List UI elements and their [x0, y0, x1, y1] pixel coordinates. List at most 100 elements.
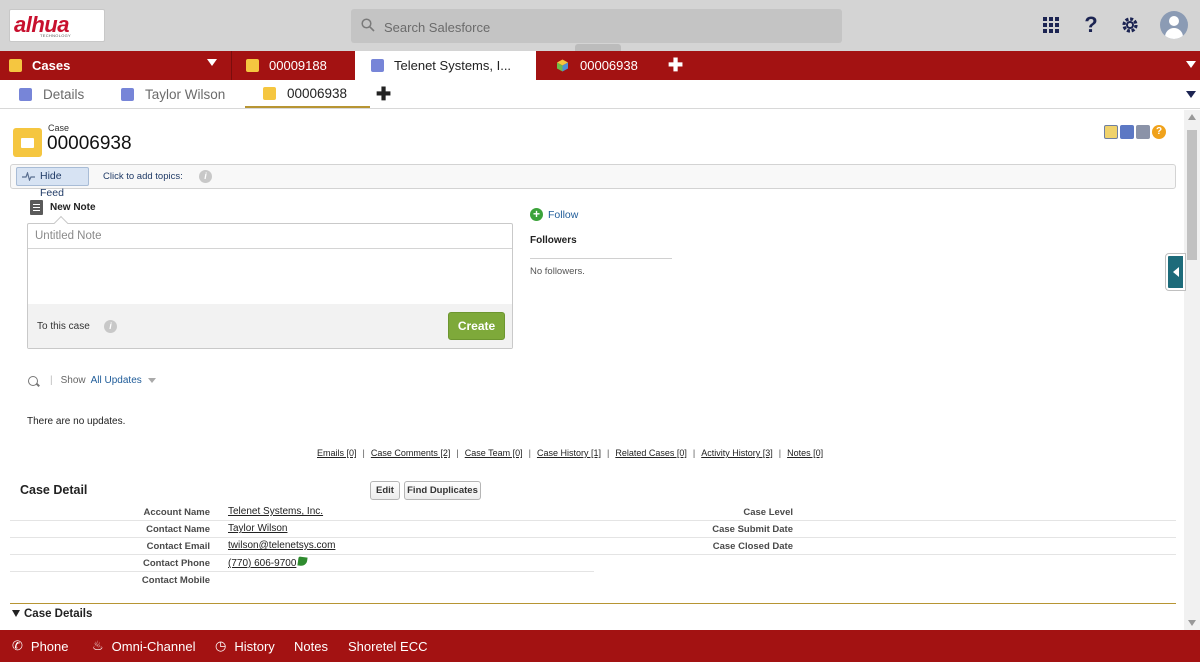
- field-label: Contact Email: [146, 541, 210, 552]
- utility-history[interactable]: ◷ History: [215, 630, 275, 662]
- case-icon: [246, 59, 259, 72]
- case-details-section-toggle[interactable]: Case Details: [12, 608, 92, 620]
- subtab-taylor-wilson[interactable]: Taylor Wilson: [121, 80, 225, 108]
- field-row: Contact Email twilson@telenetsys.com Cas…: [10, 538, 1176, 555]
- workspace-tab-case-00006938[interactable]: 00006938: [536, 51, 658, 80]
- note-title-input[interactable]: Untitled Note: [28, 224, 512, 249]
- related-link-case-comments[interactable]: Case Comments [2]: [371, 448, 451, 458]
- section-label: Case Details: [24, 608, 93, 620]
- workspace-tab-case-00009188[interactable]: 00009188: [233, 51, 355, 80]
- scroll-down-arrow-icon[interactable]: [1188, 620, 1196, 626]
- feed-toolbar: Hide Feed Click to add topics: i: [10, 164, 1176, 199]
- workspace-tab-bar: Cases 00009188 Telenet Systems, I... 000…: [0, 51, 1200, 80]
- utility-pull-tab[interactable]: [575, 44, 621, 51]
- field-label: Contact Mobile: [141, 575, 210, 586]
- caret-down-icon: [12, 610, 20, 618]
- help-icon[interactable]: ?: [1078, 12, 1104, 38]
- field-label: Case Closed Date: [712, 541, 793, 552]
- utility-label: Phone: [30, 638, 69, 654]
- help-icon[interactable]: ?: [1152, 125, 1166, 139]
- find-duplicates-button[interactable]: Find Duplicates: [404, 481, 481, 500]
- nav-menu-label: Cases: [32, 58, 71, 73]
- related-link-related-cases[interactable]: Related Cases [0]: [615, 448, 687, 458]
- edit-layout-icon[interactable]: [1104, 125, 1118, 139]
- subtab-label: Details: [43, 86, 85, 102]
- utility-shoretel-ecc[interactable]: Shoretel ECC: [348, 630, 427, 662]
- hide-feed-button[interactable]: Hide Feed: [16, 167, 89, 199]
- field-row: Account Name Telenet Systems, Inc. Case …: [10, 504, 1176, 521]
- page-scrollbar[interactable]: [1184, 110, 1200, 630]
- feed-pulse-icon: [22, 172, 35, 181]
- info-icon[interactable]: i: [104, 320, 117, 333]
- tab-label: 00009188: [269, 58, 327, 73]
- add-topics-link[interactable]: Click to add topics:: [103, 171, 183, 182]
- omni-channel-icon: ♨: [92, 638, 104, 653]
- account-icon: [19, 87, 32, 101]
- follow-button[interactable]: + Follow: [530, 208, 578, 221]
- user-avatar-icon[interactable]: [1160, 11, 1188, 39]
- note-icon: [30, 200, 43, 215]
- search-icon: [361, 18, 375, 32]
- search-icon[interactable]: [28, 375, 38, 386]
- utility-label: Shoretel ECC: [348, 638, 428, 654]
- utility-omni-channel[interactable]: ♨ Omni-Channel: [92, 630, 195, 662]
- sidebar-toggle-button[interactable]: [1166, 254, 1185, 290]
- related-link-activity-history[interactable]: Activity History [3]: [701, 448, 773, 458]
- printer-icon[interactable]: [1136, 125, 1150, 139]
- phone-icon: ✆: [12, 638, 23, 653]
- field-label: Case Submit Date: [712, 524, 793, 535]
- subtab-details[interactable]: Details: [19, 80, 84, 108]
- show-label: Show: [60, 375, 86, 386]
- related-link-case-history[interactable]: Case History [1]: [537, 448, 601, 458]
- composer-footer: To this case i Create: [28, 304, 512, 348]
- contact-name-link[interactable]: Taylor Wilson: [228, 523, 287, 534]
- no-followers-text: No followers.: [530, 266, 585, 277]
- case-icon: [13, 128, 42, 157]
- field-label: Contact Name: [146, 524, 210, 535]
- related-link-emails[interactable]: Emails [0]: [317, 448, 357, 458]
- chevron-down-icon[interactable]: [207, 59, 217, 66]
- create-button[interactable]: Create: [448, 312, 505, 340]
- tab-overflow-chevron-icon[interactable]: [1186, 61, 1196, 68]
- setup-gear-icon[interactable]: [1117, 12, 1143, 38]
- add-tab-button[interactable]: ✚: [668, 51, 688, 80]
- nav-menu-cases[interactable]: Cases: [0, 51, 232, 80]
- feed-filter-dropdown[interactable]: All Updates: [91, 375, 142, 386]
- related-link-notes[interactable]: Notes [0]: [787, 448, 823, 458]
- utility-notes[interactable]: Notes: [294, 630, 328, 662]
- no-updates-text: There are no updates.: [27, 416, 126, 427]
- related-link-case-team[interactable]: Case Team [0]: [465, 448, 523, 458]
- case-icon: [9, 59, 22, 72]
- subtab-bar: Details Taylor Wilson 00006938 ✚: [0, 80, 1200, 109]
- hide-feed-label: Hide Feed: [40, 170, 64, 199]
- utility-phone[interactable]: ✆ Phone: [12, 630, 69, 662]
- subtab-overflow-chevron-icon[interactable]: [1186, 91, 1196, 98]
- related-list-links: Emails [0] | Case Comments [2] | Case Team…: [317, 448, 824, 458]
- app-launcher-icon[interactable]: [1038, 12, 1064, 38]
- plus-circle-icon: +: [530, 208, 543, 221]
- customize-list-icon[interactable]: [1120, 125, 1134, 139]
- subtab-label: 00006938: [287, 85, 348, 101]
- phone-icon[interactable]: [297, 556, 308, 567]
- field-label: Contact Phone: [142, 558, 210, 569]
- divider: [530, 258, 672, 259]
- global-search[interactable]: Search Salesforce: [351, 9, 842, 43]
- case-icon: [263, 86, 276, 100]
- logo-tagline: TECHNOLOGY: [40, 33, 72, 38]
- info-icon[interactable]: i: [199, 170, 212, 183]
- section-title: Case Detail: [20, 483, 88, 497]
- company-logo[interactable]: alhua TECHNOLOGY: [9, 9, 105, 42]
- clock-icon: ◷: [215, 638, 227, 653]
- scroll-thumb[interactable]: [1187, 130, 1197, 260]
- scroll-up-arrow-icon[interactable]: [1188, 114, 1196, 120]
- contact-email-link[interactable]: twilson@telenetsys.com: [228, 540, 335, 551]
- edit-button[interactable]: Edit: [370, 481, 400, 500]
- subtab-case-00006938[interactable]: 00006938: [245, 80, 370, 108]
- account-icon: [371, 59, 384, 72]
- chevron-down-icon[interactable]: [147, 378, 156, 383]
- workspace-tab-telenet[interactable]: Telenet Systems, I...: [355, 51, 536, 80]
- add-subtab-button[interactable]: ✚: [376, 80, 391, 108]
- contact-phone-link[interactable]: (770) 606-9700: [228, 558, 296, 569]
- new-note-composer: Untitled Note To this case i Create: [27, 215, 513, 349]
- account-name-link[interactable]: Telenet Systems, Inc.: [228, 506, 323, 517]
